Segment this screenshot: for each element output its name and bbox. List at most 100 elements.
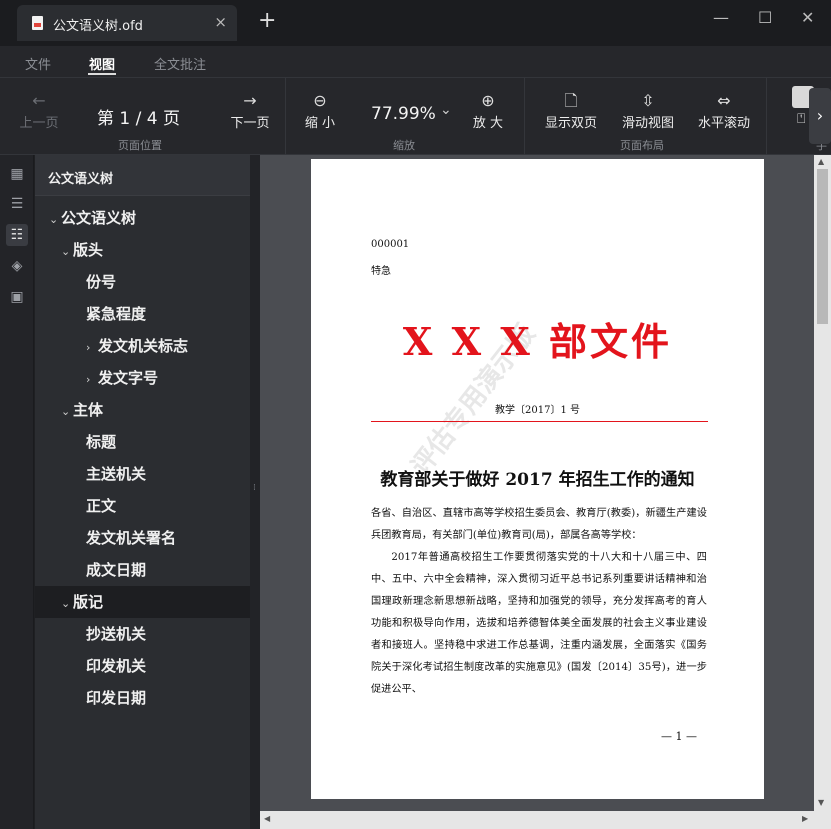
menu-annotations[interactable]: 全文批注 bbox=[154, 54, 206, 73]
horizontal-scroll-label: 水平滚动 bbox=[697, 116, 750, 131]
chevron-down-icon[interactable]: ⌄ bbox=[440, 102, 452, 118]
zoom-in-label: 放 大 bbox=[472, 116, 504, 131]
page-number: — 1 — bbox=[661, 730, 697, 743]
page-layout-group-label: 页面布局 bbox=[620, 139, 664, 152]
tree-node-label: 印发机关 bbox=[86, 657, 147, 675]
chevron-down-icon[interactable]: ⌄ bbox=[61, 396, 73, 428]
prev-page-button[interactable]: ← 上一页 bbox=[18, 91, 60, 132]
horizontal-scroll-button[interactable]: ⇔ 水平滚动 bbox=[694, 91, 754, 132]
attachment-icon[interactable]: ▣ bbox=[6, 286, 28, 308]
page-icon: 🗋 bbox=[564, 91, 578, 110]
zoom-in-icon: ⊕ bbox=[481, 91, 495, 110]
tree-node-label: 版记 bbox=[73, 593, 104, 611]
tree-node[interactable]: 主送机关 bbox=[35, 458, 250, 490]
outline-icon[interactable]: ☰ bbox=[6, 193, 28, 215]
ribbon-toolbar: ← 上一页 第 1 / 4 页 → 下一页 页面位置 ⊖ 缩 小 77.99% … bbox=[0, 78, 831, 155]
tree-node[interactable]: 抄送机关 bbox=[35, 618, 250, 650]
document-number: 教学〔2017〕1 号 bbox=[495, 405, 580, 416]
tree-node[interactable]: ⌄ 公文语义树 bbox=[35, 202, 250, 234]
layers-icon[interactable]: ◈ bbox=[6, 255, 28, 277]
arrow-left-icon: ← bbox=[32, 91, 46, 110]
zoom-out-button[interactable]: ⊖ 缩 小 bbox=[302, 91, 338, 132]
semantic-tree-icon[interactable]: ☷ bbox=[6, 224, 28, 246]
side-icon-bar: ▦ ☰ ☷ ◈ ▣ bbox=[0, 155, 34, 829]
thumbnails-icon[interactable]: ▦ bbox=[6, 163, 28, 185]
close-window-button[interactable]: ✕ bbox=[801, 8, 814, 27]
zoom-level[interactable]: 77.99% bbox=[371, 104, 436, 124]
grip-icon: ⁞ bbox=[253, 483, 256, 493]
tree-node[interactable]: 紧急程度 bbox=[35, 298, 250, 330]
ofd-reader-window: 公文语义树.ofd × + — ☐ ✕ 文件 视图 全文批注 ← 上一页 第 1… bbox=[0, 0, 831, 829]
document-page: 评估专用演示版 000001 特急 X X X 部文件 教学〔2017〕1 号 … bbox=[311, 159, 764, 799]
tree-node-label: 主体 bbox=[73, 401, 104, 419]
scroll-left-icon[interactable]: ◀ bbox=[264, 814, 270, 823]
tree-node[interactable]: 印发机关 bbox=[35, 650, 250, 682]
tree-node[interactable]: › 发文字号 bbox=[35, 362, 250, 394]
tree-node[interactable]: 印发日期 bbox=[35, 682, 250, 714]
tree-node-label: 发文机关标志 bbox=[98, 337, 189, 355]
horizontal-scrollbar[interactable]: ◀ ▶ bbox=[260, 811, 814, 829]
tree-node[interactable]: 正文 bbox=[35, 490, 250, 522]
zoom-group-label: 缩放 bbox=[393, 139, 415, 152]
panel-title: 公文语义树 bbox=[48, 172, 114, 187]
document-tab[interactable]: 公文语义树.ofd × bbox=[17, 5, 237, 41]
minimize-button[interactable]: — bbox=[713, 8, 729, 27]
tree-node[interactable]: 标题 bbox=[35, 426, 250, 458]
scroll-view-button[interactable]: ⇳ 滑动视图 bbox=[618, 91, 678, 132]
zoom-out-label: 缩 小 bbox=[304, 116, 336, 131]
scroll-right-icon[interactable]: ▶ bbox=[802, 814, 808, 823]
menu-file[interactable]: 文件 bbox=[25, 54, 51, 73]
chevron-right-icon[interactable]: › bbox=[86, 364, 98, 396]
scroll-down-icon[interactable]: ▼ bbox=[818, 798, 824, 807]
tree-node-label: 发文字号 bbox=[98, 369, 159, 387]
maximize-button[interactable]: ☐ bbox=[758, 8, 772, 27]
semantic-tree-panel: 公文语义树 ⌄ 公文语义树 ⌄ 版头 份号 紧急程度 › 发文机关标志 › 发文字号 ⌄ 主体 标题 主送… bbox=[35, 155, 250, 829]
urgency-level: 特急 bbox=[371, 266, 391, 277]
chevron-down-icon[interactable]: ⌄ bbox=[61, 236, 73, 268]
scroll-up-icon[interactable]: ▲ bbox=[818, 157, 824, 166]
toolbar-divider bbox=[285, 78, 286, 155]
panel-header: 公文语义树 bbox=[35, 155, 250, 196]
scroll-thumb[interactable] bbox=[817, 169, 828, 324]
horizontal-scroll-icon: ⇔ bbox=[717, 91, 731, 110]
scroll-view-icon: ⇳ bbox=[641, 91, 655, 110]
tab-close-icon[interactable]: × bbox=[214, 13, 227, 31]
menu-view[interactable]: 视图 bbox=[89, 54, 115, 73]
tree-node-label: 印发日期 bbox=[86, 689, 147, 707]
panel-splitter[interactable]: ⁞ bbox=[250, 155, 260, 829]
toolbar-divider bbox=[766, 78, 767, 155]
chevron-down-icon[interactable]: ⌄ bbox=[61, 588, 73, 620]
chevron-down-icon[interactable]: ⌄ bbox=[49, 204, 61, 236]
zoom-out-icon: ⊖ bbox=[313, 91, 327, 110]
page-indicator[interactable]: 第 1 / 4 页 bbox=[97, 104, 180, 129]
toolbar-expand-button[interactable]: › bbox=[809, 88, 831, 144]
tree-node-label: 主送机关 bbox=[86, 465, 147, 483]
tree-node[interactable]: ⌄ 版记 bbox=[35, 586, 250, 618]
zoom-in-button[interactable]: ⊕ 放 大 bbox=[470, 91, 506, 132]
red-separator-line bbox=[371, 421, 708, 422]
tree-node[interactable]: ⌄ 主体 bbox=[35, 394, 250, 426]
active-menu-indicator bbox=[88, 73, 116, 75]
double-page-label: 显示双页 bbox=[544, 116, 597, 131]
issuing-authority-header: X X X 部文件 bbox=[402, 319, 673, 364]
vertical-scrollbar[interactable]: ▲ ▼ bbox=[814, 155, 831, 812]
chevron-right-icon[interactable]: › bbox=[86, 332, 98, 364]
tree-node[interactable]: ⌄ 版头 bbox=[35, 234, 250, 266]
tree-node-label: 版头 bbox=[73, 241, 104, 259]
pdf-file-icon bbox=[32, 16, 43, 30]
tree-node[interactable]: 发文机关署名 bbox=[35, 522, 250, 554]
copy-number: 000001 bbox=[371, 239, 410, 250]
new-tab-button[interactable]: + bbox=[258, 9, 276, 33]
tree-node[interactable]: 份号 bbox=[35, 266, 250, 298]
tree-node[interactable]: › 发文机关标志 bbox=[35, 330, 250, 362]
next-page-label: 下一页 bbox=[230, 116, 270, 131]
mouse-icon: ⍞ bbox=[797, 111, 806, 127]
tree-node[interactable]: 成文日期 bbox=[35, 554, 250, 586]
tree-node-label: 抄送机关 bbox=[86, 625, 147, 643]
next-page-button[interactable]: → 下一页 bbox=[229, 91, 271, 132]
title-bar: 公文语义树.ofd × + — ☐ ✕ bbox=[0, 0, 831, 46]
tree-node-label: 发文机关署名 bbox=[86, 529, 177, 547]
arrow-right-icon: → bbox=[243, 91, 257, 110]
double-page-button[interactable]: 🗋 显示双页 bbox=[541, 91, 601, 132]
tree-node-label: 标题 bbox=[86, 433, 117, 451]
